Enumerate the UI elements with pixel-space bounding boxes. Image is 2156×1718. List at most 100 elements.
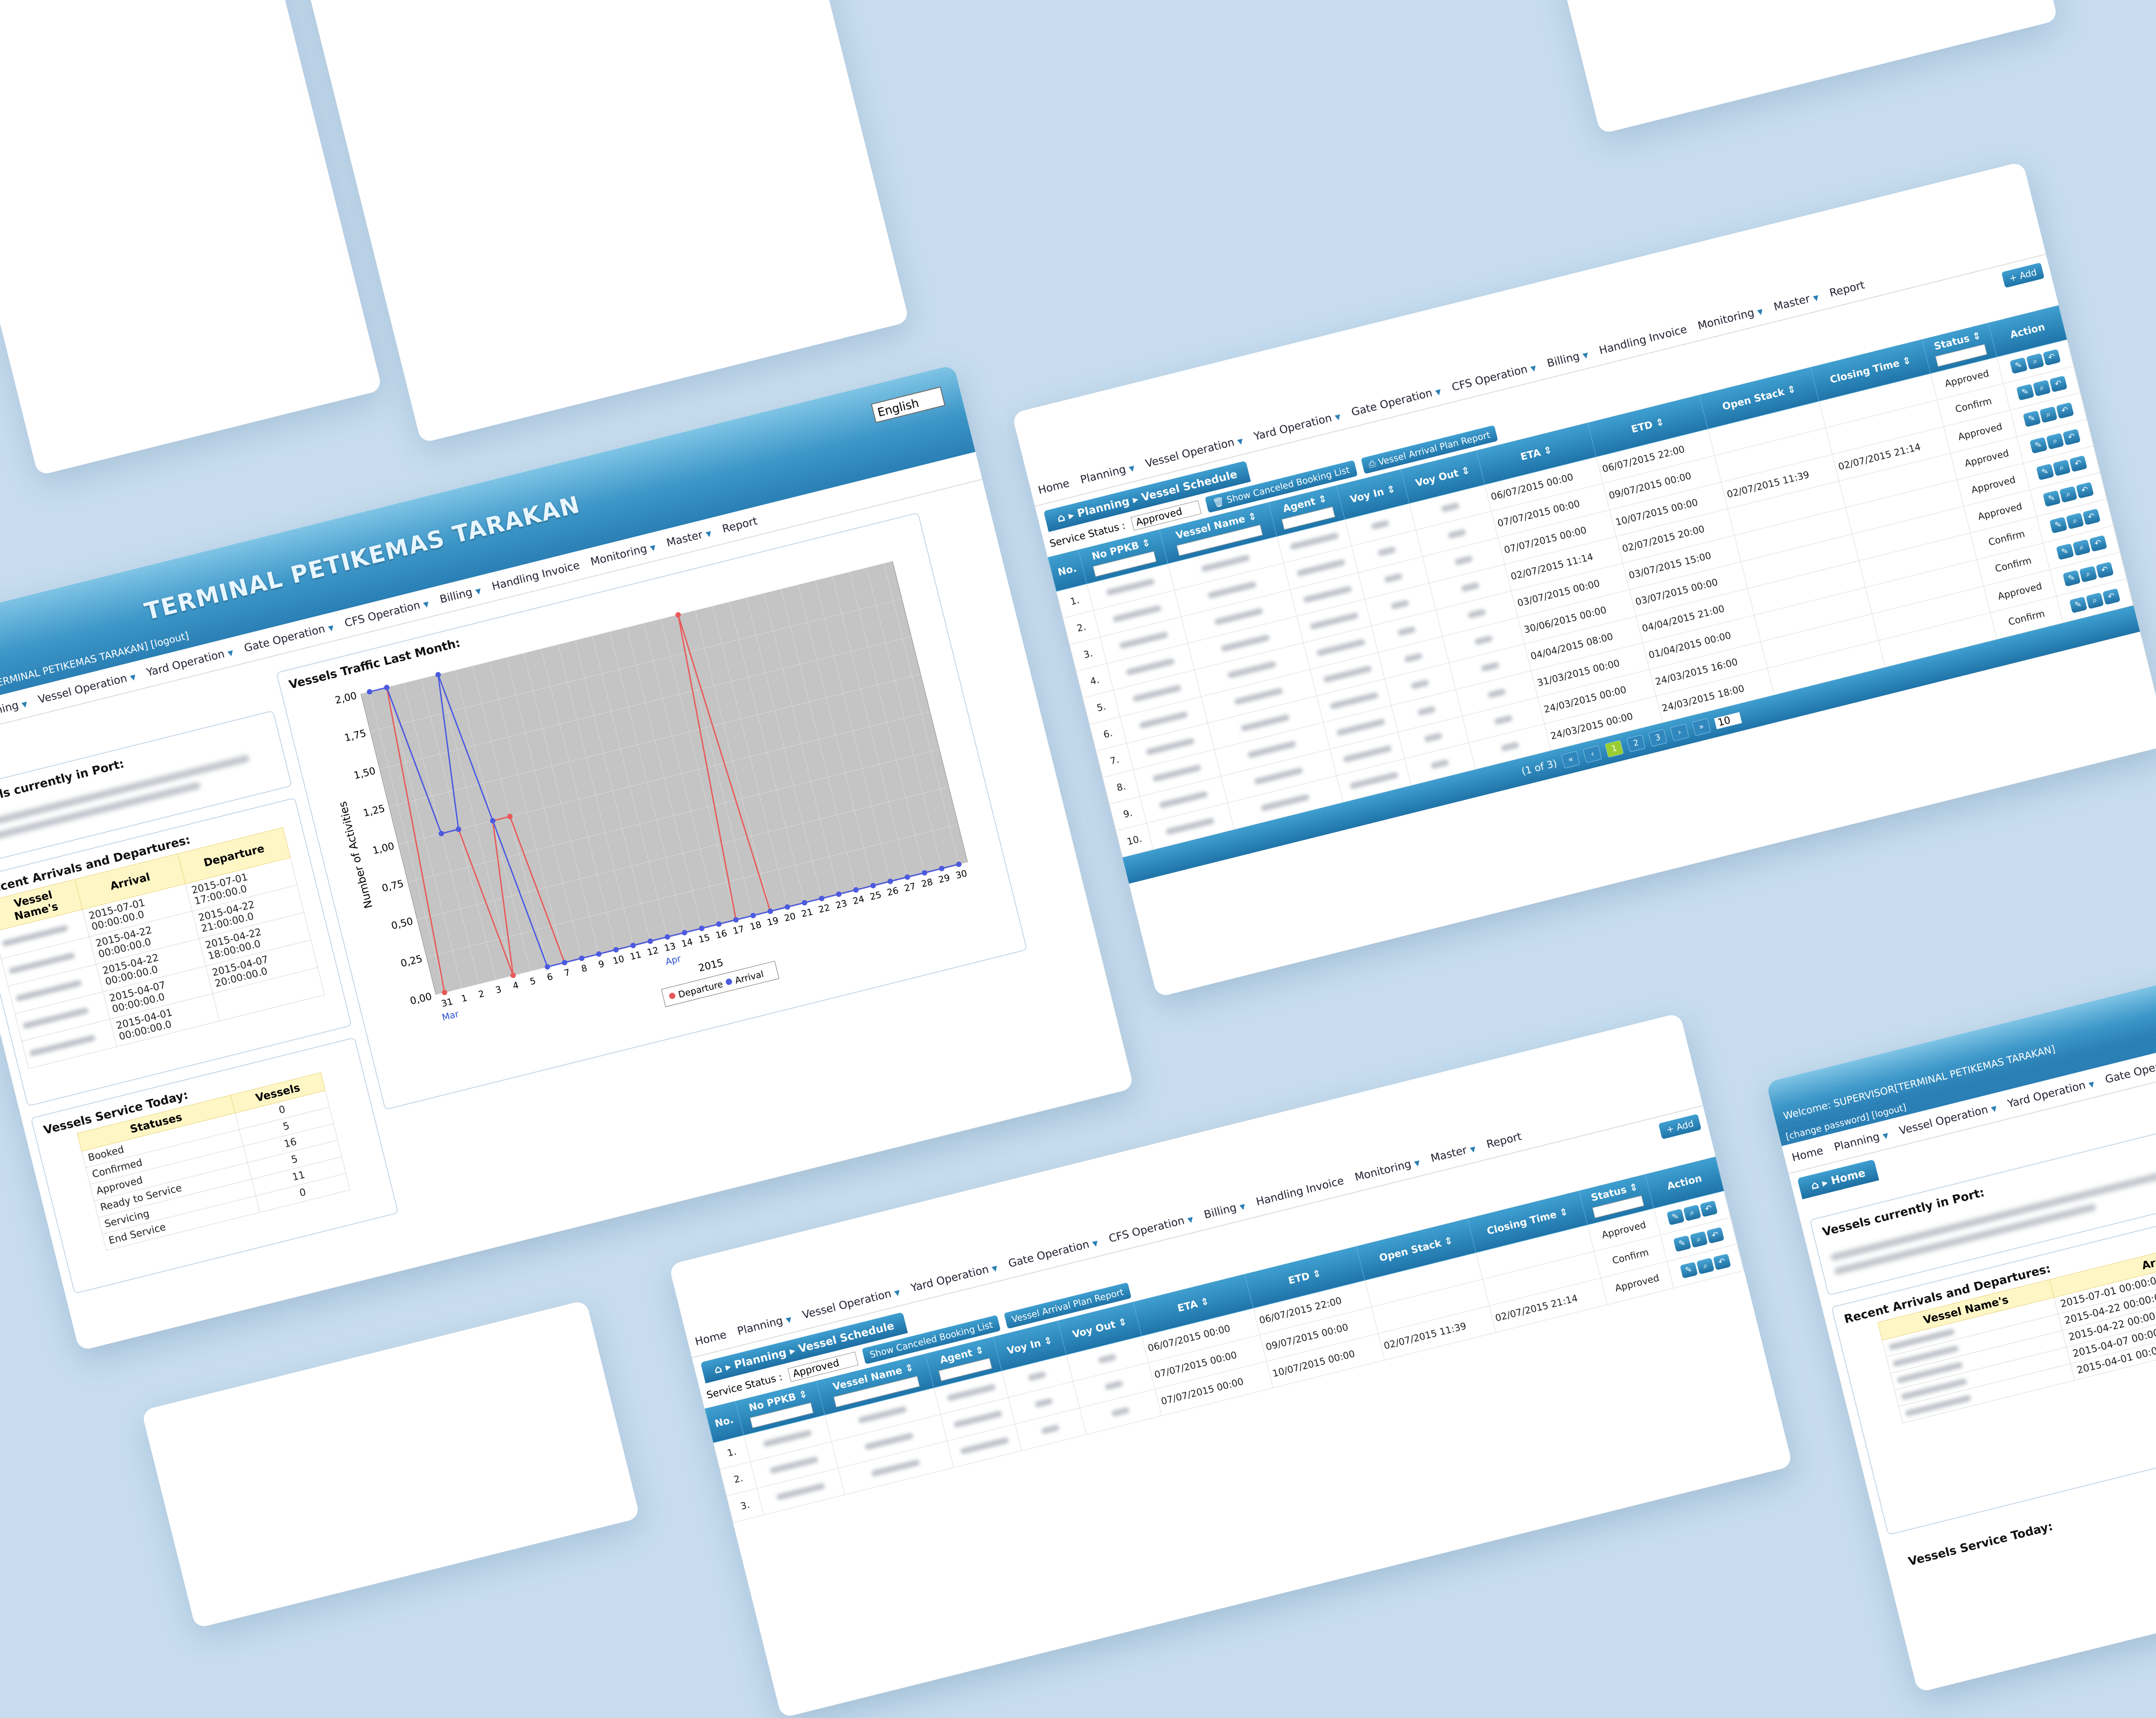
- sort-icon: ⇕: [1539, 444, 1554, 458]
- menu-label: Billing: [1546, 349, 1581, 370]
- undo-icon[interactable]: ↶: [2069, 455, 2087, 473]
- undo-icon[interactable]: ↶: [1699, 1200, 1718, 1217]
- edit-icon[interactable]: ✎: [2016, 384, 2034, 401]
- menu-label: Home: [1037, 477, 1071, 497]
- column-header-label: Action: [2009, 321, 2046, 341]
- undo-icon[interactable]: ↶: [2102, 588, 2121, 605]
- blurred-text: [1201, 554, 1250, 573]
- edit-icon[interactable]: ✎: [2069, 596, 2087, 614]
- language-select[interactable]: English: [870, 386, 945, 423]
- search-icon[interactable]: ⌕: [2066, 512, 2084, 530]
- undo-icon[interactable]: ↶: [2082, 508, 2101, 526]
- home-icon[interactable]: ⌂: [1810, 1178, 1820, 1192]
- undo-icon[interactable]: ↶: [2049, 375, 2068, 393]
- undo-icon[interactable]: ↶: [2062, 428, 2081, 446]
- edit-icon[interactable]: ✎: [2036, 464, 2054, 481]
- search-icon[interactable]: ⌕: [2046, 433, 2064, 450]
- sort-icon: ⇕: [1651, 416, 1666, 430]
- search-icon[interactable]: ⌕: [2085, 592, 2104, 609]
- page-button[interactable]: 3: [1648, 729, 1668, 747]
- blurred-text: [1316, 638, 1366, 657]
- search-icon[interactable]: ⌕: [2079, 565, 2098, 583]
- menu-label: Billing: [438, 585, 474, 606]
- blurred-text: [1417, 706, 1436, 716]
- undo-icon[interactable]: ↶: [1713, 1253, 1731, 1271]
- x-tick-label: 31: [440, 996, 454, 1009]
- undo-icon[interactable]: ↶: [2042, 349, 2061, 366]
- sort-icon: ⇕: [1898, 355, 1913, 369]
- prev-page-icon[interactable]: ‹: [1583, 745, 1602, 764]
- menu-item[interactable]: Report: [721, 515, 759, 535]
- x-tick-label: 19: [766, 914, 780, 927]
- page-button[interactable]: 1: [1604, 740, 1624, 758]
- menu-item[interactable]: Home: [1037, 477, 1071, 497]
- last-page-icon[interactable]: »: [1692, 718, 1711, 736]
- chevron-down-icon: ▼: [1756, 307, 1764, 317]
- blurred-text: [1329, 692, 1379, 710]
- undo-icon[interactable]: ↶: [2076, 481, 2094, 499]
- home-icon[interactable]: ⌂: [1056, 511, 1066, 525]
- search-icon[interactable]: ⌕: [2039, 406, 2058, 423]
- search-icon[interactable]: ⌕: [2032, 380, 2051, 397]
- edit-icon[interactable]: ✎: [1673, 1235, 1692, 1252]
- x-tick-label: 10: [612, 953, 626, 966]
- blurred-text: [953, 1410, 1003, 1428]
- first-page-icon[interactable]: «: [1561, 751, 1581, 769]
- menu-item[interactable]: Master ▼: [1772, 290, 1820, 314]
- edit-icon[interactable]: ✎: [2029, 437, 2048, 454]
- chevron-down-icon: ▼: [1413, 1158, 1421, 1168]
- blurred-text: [8, 952, 75, 975]
- logout-link[interactable]: [logout]: [150, 630, 190, 650]
- menu-item[interactable]: Planning ▼: [1079, 460, 1135, 486]
- edit-icon[interactable]: ✎: [2049, 517, 2068, 534]
- undo-icon[interactable]: ↶: [2095, 561, 2114, 579]
- page-button[interactable]: 2: [1626, 734, 1646, 752]
- edit-icon[interactable]: ✎: [2009, 357, 2028, 374]
- page-size-select[interactable]: 10: [1714, 711, 1742, 729]
- undo-icon[interactable]: ↶: [2056, 402, 2074, 419]
- edit-icon[interactable]: ✎: [2062, 570, 2081, 587]
- menu-item[interactable]: Planning ▼: [736, 1312, 793, 1338]
- search-icon[interactable]: ⌕: [2072, 539, 2091, 556]
- blurred-text: [1309, 612, 1359, 630]
- menu-label: Monitoring: [589, 542, 649, 569]
- blurred-text: [1447, 529, 1467, 539]
- menu-item[interactable]: Home: [694, 1328, 728, 1348]
- menu-item[interactable]: Planning ▼: [1833, 1128, 1889, 1153]
- chevron-down-icon: ▼: [21, 699, 29, 709]
- chevron-down-icon: ▼: [422, 599, 430, 609]
- menu-item[interactable]: Master ▼: [665, 526, 713, 549]
- blurred-text: [864, 1432, 914, 1451]
- menu-item[interactable]: Billing ▼: [438, 583, 482, 606]
- x-tick-label: 5: [529, 975, 537, 987]
- blurred-text: [1165, 817, 1215, 835]
- search-icon[interactable]: ⌕: [2026, 353, 2044, 370]
- edit-icon[interactable]: ✎: [2056, 543, 2074, 561]
- menu-item[interactable]: Home: [1790, 1144, 1825, 1164]
- search-icon[interactable]: ⌕: [2059, 486, 2077, 503]
- search-icon[interactable]: ⌕: [1689, 1231, 1708, 1248]
- edit-icon[interactable]: ✎: [1666, 1208, 1685, 1226]
- menu-item[interactable]: Report: [1828, 278, 1866, 299]
- column-header-label: No.: [1056, 563, 1078, 579]
- search-icon[interactable]: ⌕: [1683, 1204, 1701, 1222]
- menu-item[interactable]: Billing ▼: [1203, 1199, 1247, 1221]
- search-icon[interactable]: ⌕: [1696, 1258, 1714, 1275]
- home-icon[interactable]: ⌂: [713, 1362, 723, 1376]
- edit-icon[interactable]: ✎: [2042, 490, 2061, 507]
- menu-item[interactable]: Planning ▼: [0, 697, 29, 722]
- sort-icon: ⇕: [1114, 1316, 1128, 1330]
- menu-item[interactable]: Billing ▼: [1546, 348, 1590, 370]
- add-button[interactable]: + Add: [1658, 1113, 1702, 1139]
- search-icon[interactable]: ⌕: [2052, 459, 2071, 477]
- menu-item[interactable]: Master ▼: [1429, 1141, 1477, 1165]
- undo-icon[interactable]: ↶: [1706, 1227, 1724, 1244]
- menu-label: Master: [1429, 1144, 1468, 1165]
- edit-icon[interactable]: ✎: [1679, 1262, 1698, 1279]
- menu-item[interactable]: Report: [1485, 1130, 1523, 1151]
- next-page-icon[interactable]: ›: [1670, 723, 1689, 742]
- undo-icon[interactable]: ↶: [2089, 535, 2107, 552]
- x-tick-label: 2: [477, 988, 486, 1000]
- edit-icon[interactable]: ✎: [2023, 410, 2041, 428]
- add-button[interactable]: + Add: [2001, 262, 2045, 288]
